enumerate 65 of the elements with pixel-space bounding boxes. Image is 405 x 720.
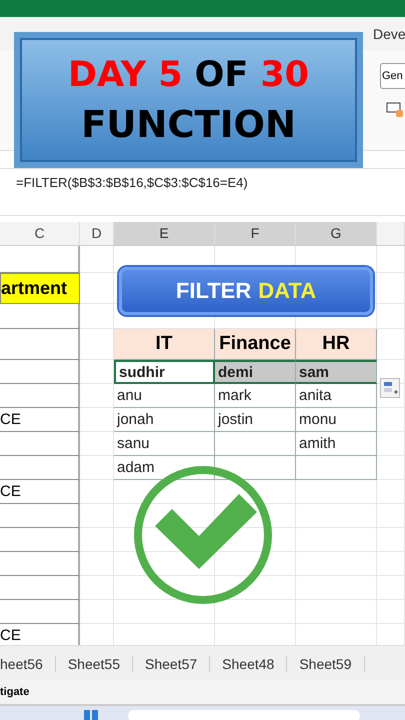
banner-text: FUNCTION — [81, 102, 296, 146]
paste-options-icon[interactable] — [380, 378, 400, 398]
ribbon-tab[interactable]: Deve — [373, 26, 405, 42]
grid-cell — [377, 273, 405, 304]
sheet-tab[interactable]: Sheet55 — [56, 656, 133, 672]
cell-text: CE — [0, 627, 21, 644]
column-header[interactable]: E — [114, 222, 215, 245]
banner-text: OF — [194, 54, 248, 94]
table-cell: sanu — [114, 432, 215, 456]
sheet-tab[interactable]: Sheet59 — [287, 656, 365, 672]
grid-cell — [80, 576, 114, 600]
grid-cell — [377, 504, 405, 528]
cell-text: artment — [1, 278, 68, 299]
table-header-cell: HR — [296, 329, 377, 360]
table-cell: jostin — [215, 408, 296, 432]
grid-cell — [377, 246, 405, 273]
grid-cell — [80, 552, 114, 576]
table-cell: sudhir — [114, 360, 215, 384]
table-cell: anita — [296, 384, 377, 408]
grid-cell — [80, 384, 114, 408]
formula-text[interactable]: =FILTER($B$3:$B$16,$C$3:$C$16=E4) — [16, 175, 248, 190]
table-cell: jonah — [114, 408, 215, 432]
grid-cell — [377, 304, 405, 329]
grid-cell — [80, 504, 114, 528]
table-cell: amith — [296, 432, 377, 456]
banner-text: FILTER — [176, 278, 252, 304]
column-header[interactable]: F — [215, 222, 296, 245]
cell-text: CE — [0, 411, 21, 428]
grid-cell — [80, 273, 114, 304]
grid-cell — [377, 552, 405, 576]
sheet-tab[interactable]: Sheet48 — [210, 656, 288, 672]
sheet-tab[interactable]: heet56 — [0, 656, 56, 672]
grid-cell — [377, 432, 405, 456]
number-format-dropdown[interactable]: Gen — [380, 63, 405, 89]
grid-cell — [377, 576, 405, 600]
sheet-tab[interactable]: Sheet57 — [133, 656, 210, 672]
table-cell: sam — [296, 360, 377, 384]
banner-text: DAY 5 — [68, 54, 183, 94]
table-cell: adam — [114, 456, 215, 480]
column-header[interactable]: C — [0, 222, 80, 245]
grid-cell — [80, 480, 114, 504]
table-format-icon[interactable] — [386, 102, 404, 118]
grid-cell — [377, 528, 405, 552]
table-cell: monu — [296, 408, 377, 432]
banner-text: DATA — [258, 278, 316, 304]
grid-cell — [80, 408, 114, 432]
table-header-cell: IT — [114, 329, 215, 360]
grid-cell — [80, 456, 114, 480]
grid-cell — [377, 329, 405, 360]
table-cell: anu — [114, 384, 215, 408]
status-text: tigate — [0, 686, 30, 698]
grid-cell — [80, 432, 114, 456]
taskbar-search-field[interactable] — [128, 710, 360, 720]
grid-cell — [80, 360, 114, 384]
banner-text: 30 — [260, 54, 310, 94]
table-cell: mark — [215, 384, 296, 408]
windows-icon[interactable] — [84, 710, 98, 720]
grid-cell — [80, 304, 114, 329]
column-header[interactable]: G — [296, 222, 377, 245]
grid-cell — [377, 456, 405, 480]
table-cell: demi — [215, 360, 296, 384]
grid-cell — [377, 480, 405, 504]
grid-cell — [377, 408, 405, 432]
table-header-cell: Finance — [215, 329, 296, 360]
cell-text: CE — [0, 483, 21, 500]
